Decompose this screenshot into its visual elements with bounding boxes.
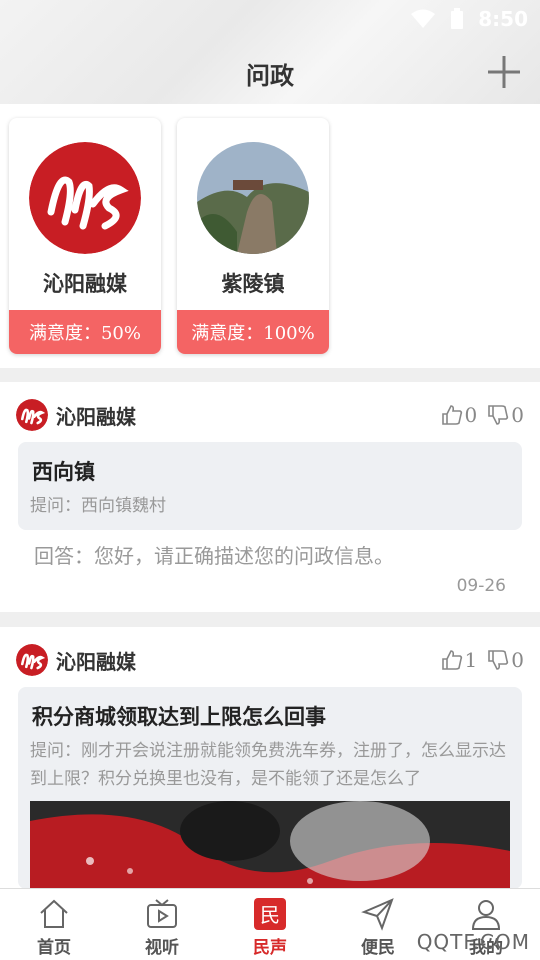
- top-bar: 8:50 问政: [0, 0, 540, 104]
- tv-icon: [147, 899, 177, 928]
- question-photo[interactable]: [30, 801, 510, 889]
- like-count: 1: [464, 648, 478, 672]
- post-card[interactable]: 沁阳融媒 1 0 积分商城领取达到上限怎么回事 提问：刚才开会说注册就能领免费洗…: [0, 627, 540, 889]
- answer-text: 回答：您好，请正确描述您的问政信息。: [34, 544, 394, 568]
- nav-video[interactable]: 视听: [108, 889, 216, 960]
- like-button[interactable]: 0: [441, 403, 478, 427]
- unit-card-qinyang[interactable]: 沁阳融媒 满意度：50%: [9, 118, 161, 354]
- add-icon[interactable]: [484, 52, 524, 92]
- post-date: 09-26: [456, 576, 506, 596]
- wifi-icon: [411, 9, 436, 28]
- like-button[interactable]: 1: [441, 648, 478, 672]
- nav-label: 首页: [37, 938, 71, 958]
- status-time: 8:50: [478, 7, 528, 31]
- author-name: 沁阳融媒: [56, 649, 136, 674]
- home-icon: [40, 899, 68, 928]
- unit-list: 沁阳融媒 满意度：50% 紫陵镇 满意度：100%: [0, 104, 540, 368]
- unit-name: 紫陵镇: [221, 271, 285, 296]
- post-header: 沁阳融媒 0 0: [16, 398, 524, 432]
- nav-minsheng[interactable]: 民 民声: [216, 889, 324, 960]
- like-count: 0: [464, 403, 478, 427]
- question-title: 积分商城领取达到上限怎么回事: [32, 704, 326, 729]
- satisfaction-badge: 满意度：50%: [9, 310, 161, 354]
- question-box[interactable]: 西向镇 提问：西向镇魏村: [18, 442, 522, 530]
- battery-icon: [451, 8, 464, 29]
- bottom-nav: 首页 视听 民 民声 便民 我的 QQTF.COM: [0, 888, 540, 960]
- thumbs-down-icon: [488, 650, 509, 670]
- minsheng-icon: 民: [254, 898, 286, 930]
- author-avatar: [16, 644, 48, 676]
- nav-label: 视听: [145, 938, 179, 958]
- thumbs-up-icon: [441, 405, 462, 425]
- dislike-button[interactable]: 0: [487, 403, 524, 427]
- unit-name: 沁阳融媒: [43, 271, 127, 296]
- send-icon: [361, 898, 394, 931]
- author-name: 沁阳融媒: [56, 404, 136, 429]
- watermark: QQTF.COM: [416, 930, 530, 954]
- question-box[interactable]: 积分商城领取达到上限怎么回事 提问：刚才开会说注册就能领免费洗车券，注册了，怎么…: [18, 687, 522, 889]
- satisfaction-badge: 满意度：100%: [177, 310, 329, 354]
- dislike-button[interactable]: 0: [487, 648, 524, 672]
- question-text: 提问：西向镇魏村: [30, 496, 166, 516]
- vote-group: 1 0: [441, 648, 524, 672]
- post-header: 沁阳融媒 1 0: [16, 643, 524, 677]
- page-title: 问政: [246, 61, 294, 90]
- nav-home[interactable]: 首页: [0, 889, 108, 960]
- dislike-count: 0: [511, 403, 524, 427]
- nav-label: 便民: [361, 938, 395, 958]
- user-icon: [471, 900, 501, 930]
- status-bar: 8:50: [410, 6, 528, 32]
- vote-group: 0 0: [441, 403, 524, 427]
- author-avatar: [16, 399, 48, 431]
- post-card[interactable]: 沁阳融媒 0 0 西向镇 提问：西向镇魏村 回答：您好，请正确描述您的问政信息。…: [0, 382, 540, 612]
- unit-card-ziling[interactable]: 紫陵镇 满意度：100%: [177, 118, 329, 354]
- svg-text:民: 民: [260, 903, 280, 927]
- question-text: 提问：刚才开会说注册就能领免费洗车券，注册了，怎么显示达到上限？积分兑换里也没有…: [30, 741, 506, 789]
- qinyang-logo-icon: [29, 142, 141, 254]
- dislike-count: 0: [511, 648, 524, 672]
- thumbs-up-icon: [441, 650, 462, 670]
- nav-label: 民声: [253, 938, 287, 958]
- thumbs-down-icon: [488, 405, 509, 425]
- ziling-photo: [197, 142, 309, 254]
- question-title: 西向镇: [32, 459, 95, 484]
